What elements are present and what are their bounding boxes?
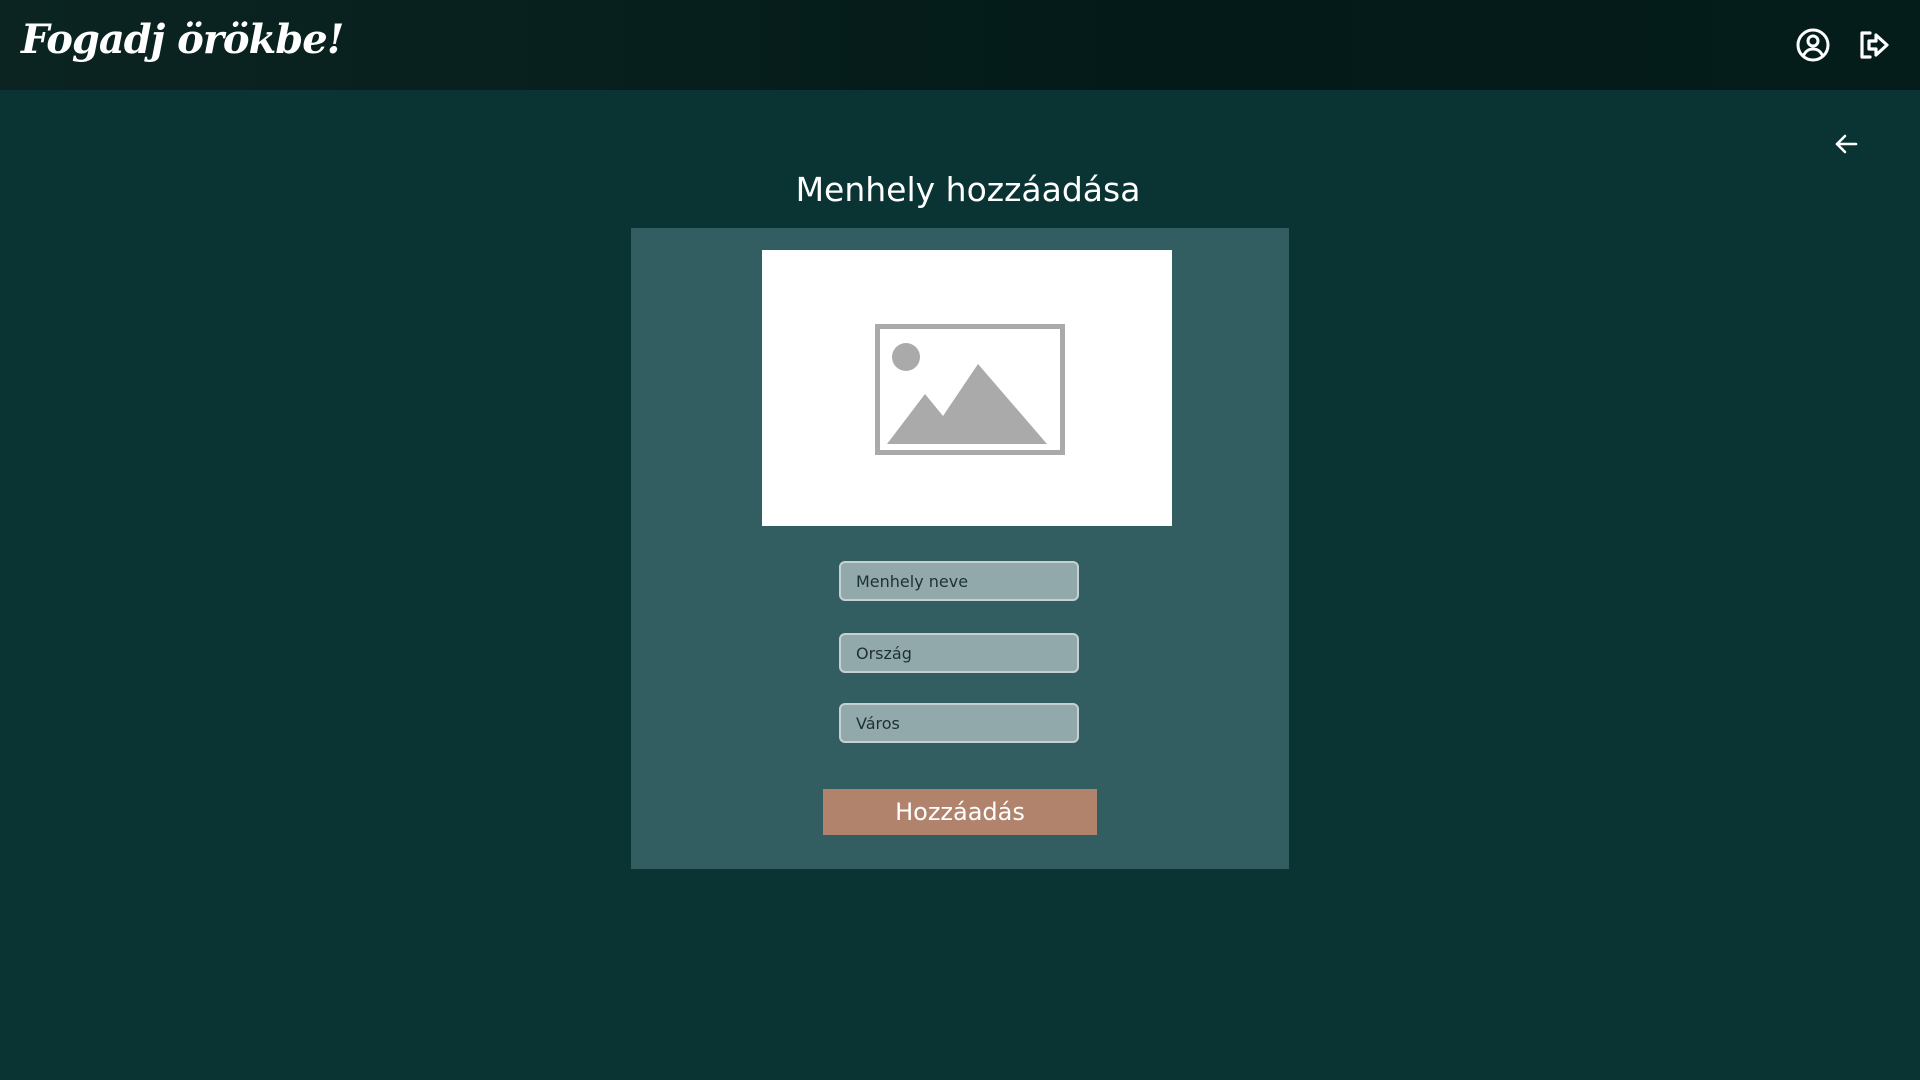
brand-logo[interactable]: Fogadj örökbe! (21, 16, 344, 63)
top-navigation-bar: Fogadj örökbe! (0, 0, 1920, 90)
image-placeholder-icon (875, 324, 1065, 455)
city-input[interactable] (839, 703, 1079, 743)
arrow-left-icon[interactable] (1830, 128, 1862, 160)
add-button[interactable]: Hozzáadás (823, 789, 1097, 835)
user-circle-icon[interactable] (1795, 27, 1831, 63)
image-upload-area[interactable] (762, 250, 1172, 526)
shelter-name-input[interactable] (839, 561, 1079, 601)
country-input[interactable] (839, 633, 1079, 673)
logout-icon[interactable] (1856, 27, 1892, 63)
page-title: Menhely hozzáadása (795, 170, 1141, 210)
add-shelter-form: Hozzáadás (631, 228, 1289, 869)
